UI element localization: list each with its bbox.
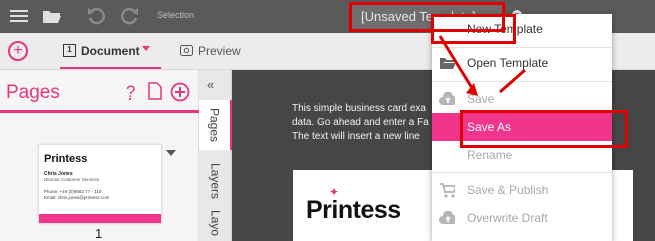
annotation-arrow: [499, 68, 526, 94]
annotation-arrows: [438, 35, 526, 96]
annotation-arrow: [438, 35, 474, 89]
annotation-arrowhead: [466, 83, 478, 96]
